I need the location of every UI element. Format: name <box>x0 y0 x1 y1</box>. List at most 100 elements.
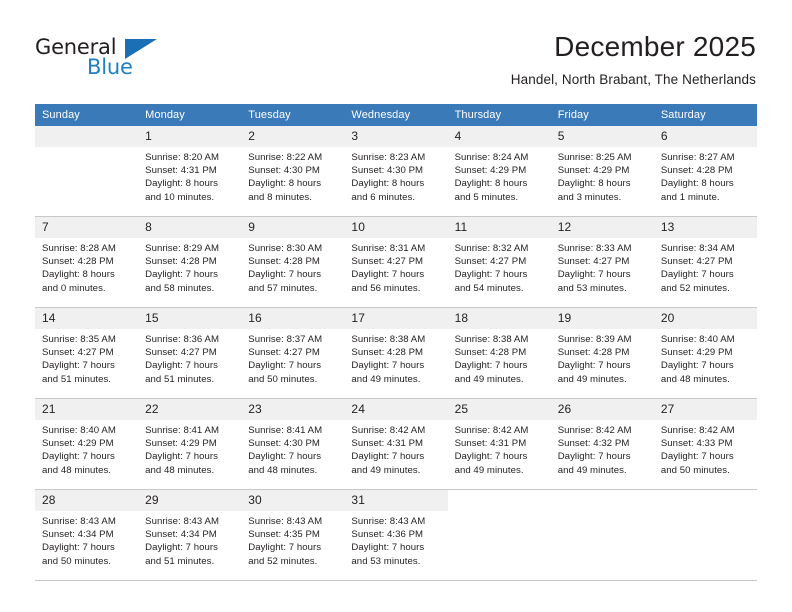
day-number: 14 <box>35 308 139 329</box>
calendar-day-cell[interactable]: 5 Sunrise: 8:25 AM Sunset: 4:29 PM Daylight… <box>550 126 654 216</box>
daylight-text-line2: and 52 minutes. <box>248 555 318 567</box>
day-sun-info: Sunrise: 8:20 AM Sunset: 4:31 PM Daylight:… <box>138 147 241 204</box>
daylight-text-line1: Daylight: 7 hours <box>557 451 631 463</box>
calendar-day-cell[interactable]: 23 Sunrise: 8:41 AM Sunset: 4:30 PM Dayligh… <box>241 399 345 489</box>
day-number: 22 <box>138 399 242 420</box>
calendar-week-row: 28 Sunrise: 8:43 AM Sunset: 4:34 PM Dayligh… <box>35 489 757 581</box>
day-sun-info: Sunrise: 8:30 AM Sunset: 4:28 PM Daylight:… <box>241 238 344 295</box>
calendar-day-cell[interactable]: 20 Sunrise: 8:40 AM Sunset: 4:29 PM Dayligh… <box>653 308 757 398</box>
sunset-text: Sunset: 4:30 PM <box>248 165 320 177</box>
calendar-header-row: Sunday Monday Tuesday Wednesday Thursday Frid… <box>35 104 757 126</box>
calendar-day-cell[interactable]: 14 Sunrise: 8:35 AM Sunset: 4:27 PM Dayligh… <box>35 308 139 398</box>
calendar-day-cell[interactable]: 3 Sunrise: 8:23 AM Sunset: 4:30 PM Daylight… <box>344 126 448 216</box>
daylight-text-line2: and 10 minutes. <box>145 191 215 203</box>
calendar-day-cell[interactable]: 22 Sunrise: 8:41 AM Sunset: 4:29 PM Dayligh… <box>138 399 242 489</box>
calendar-day-cell[interactable]: 15 Sunrise: 8:36 AM Sunset: 4:27 PM Dayligh… <box>138 308 242 398</box>
calendar-cell: 3 Sunrise: 8:23 AM Sunset: 4:30 PM Daylight… <box>344 126 448 217</box>
day-sun-info: Sunrise: 8:23 AM Sunset: 4:30 PM Daylight:… <box>344 147 447 204</box>
page-title: December 2025 <box>554 31 756 62</box>
calendar-day-cell[interactable]: 19 Sunrise: 8:39 AM Sunset: 4:28 PM Dayligh… <box>550 308 654 398</box>
calendar-day-cell[interactable]: 11 Sunrise: 8:32 AM Sunset: 4:27 PM Dayligh… <box>447 217 551 307</box>
daylight-text-line2: and 51 minutes. <box>145 555 215 567</box>
page-header: General Blue December 2025 Handel, North… <box>0 0 792 100</box>
calendar-day-cell[interactable]: 30 Sunrise: 8:43 AM Sunset: 4:35 PM Dayligh… <box>241 490 345 580</box>
day-number: 30 <box>241 490 345 511</box>
sunrise-text: Sunrise: 8:28 AM <box>42 243 116 254</box>
calendar-cell: 12 Sunrise: 8:33 AM Sunset: 4:27 PM Dayligh… <box>550 216 654 308</box>
calendar-day-cell[interactable]: 31 Sunrise: 8:43 AM Sunset: 4:36 PM Dayligh… <box>344 490 448 580</box>
calendar-day-cell[interactable]: 26 Sunrise: 8:42 AM Sunset: 4:32 PM Dayligh… <box>550 399 654 489</box>
calendar-day-cell[interactable]: 10 Sunrise: 8:31 AM Sunset: 4:27 PM Dayligh… <box>344 217 448 307</box>
calendar-day-cell-empty <box>448 490 551 580</box>
sunrise-text: Sunrise: 8:40 AM <box>660 334 735 345</box>
calendar-cell: 14 Sunrise: 8:35 AM Sunset: 4:27 PM Dayligh… <box>35 307 139 399</box>
calendar-day-cell[interactable]: 21 Sunrise: 8:40 AM Sunset: 4:29 PM Dayligh… <box>35 399 139 489</box>
sunset-text: Sunset: 4:31 PM <box>145 165 217 177</box>
calendar-day-cell[interactable]: 18 Sunrise: 8:38 AM Sunset: 4:28 PM Dayligh… <box>447 308 551 398</box>
day-sun-info: Sunrise: 8:38 AM Sunset: 4:28 PM Daylight:… <box>448 329 551 386</box>
calendar-cell: 21 Sunrise: 8:40 AM Sunset: 4:29 PM Dayligh… <box>35 398 139 490</box>
calendar-day-cell[interactable]: 13 Sunrise: 8:34 AM Sunset: 4:27 PM Dayligh… <box>653 217 757 307</box>
daylight-text-line1: Daylight: 7 hours <box>145 542 218 554</box>
sunset-text: Sunset: 4:28 PM <box>42 256 114 268</box>
general-blue-logo: General Blue <box>35 36 165 84</box>
day-number: 31 <box>344 490 448 511</box>
calendar-day-cell[interactable]: 1 Sunrise: 8:20 AM Sunset: 4:31 PM Daylight… <box>138 126 242 216</box>
sunset-text: Sunset: 4:29 PM <box>660 347 733 359</box>
calendar-day-cell[interactable]: 8 Sunrise: 8:29 AM Sunset: 4:28 PM Daylight… <box>138 217 242 307</box>
calendar-day-cell[interactable]: 24 Sunrise: 8:42 AM Sunset: 4:31 PM Dayligh… <box>344 399 448 489</box>
daylight-text-line1: Daylight: 8 hours <box>248 178 322 190</box>
sunset-text: Sunset: 4:27 PM <box>351 256 424 268</box>
calendar-day-cell[interactable]: 7 Sunrise: 8:28 AM Sunset: 4:28 PM Daylight… <box>35 217 139 307</box>
calendar-day-cell[interactable]: 25 Sunrise: 8:42 AM Sunset: 4:31 PM Dayligh… <box>447 399 551 489</box>
daylight-text-line2: and 49 minutes. <box>351 373 421 385</box>
daylight-text-line1: Daylight: 8 hours <box>351 178 425 190</box>
daylight-text-line2: and 57 minutes. <box>248 282 318 294</box>
sunrise-text: Sunrise: 8:25 AM <box>557 152 632 163</box>
calendar-day-cell[interactable]: 12 Sunrise: 8:33 AM Sunset: 4:27 PM Dayligh… <box>550 217 654 307</box>
calendar-day-cell[interactable]: 2 Sunrise: 8:22 AM Sunset: 4:30 PM Daylight… <box>241 126 345 216</box>
sunset-text: Sunset: 4:27 PM <box>145 347 217 359</box>
day-number: 1 <box>138 126 242 147</box>
sunset-text: Sunset: 4:34 PM <box>42 529 114 541</box>
calendar-cell <box>447 489 551 581</box>
calendar-grid: Sunday Monday Tuesday Wednesday Thursday Frid… <box>35 104 757 581</box>
daylight-text-line2: and 51 minutes. <box>42 373 112 385</box>
calendar-cell: 22 Sunrise: 8:41 AM Sunset: 4:29 PM Dayligh… <box>138 398 242 490</box>
day-number: 6 <box>653 126 757 147</box>
day-number: 2 <box>241 126 345 147</box>
calendar-day-cell[interactable]: 6 Sunrise: 8:27 AM Sunset: 4:28 PM Daylight… <box>653 126 757 216</box>
sunset-text: Sunset: 4:29 PM <box>454 165 527 177</box>
daylight-text-line1: Daylight: 7 hours <box>351 542 425 554</box>
sunset-text: Sunset: 4:35 PM <box>248 529 320 541</box>
calendar-cell: 29 Sunrise: 8:43 AM Sunset: 4:34 PM Dayligh… <box>138 489 242 581</box>
day-sun-info: Sunrise: 8:35 AM Sunset: 4:27 PM Daylight:… <box>35 329 138 386</box>
sunset-text: Sunset: 4:27 PM <box>557 256 630 268</box>
calendar-cell: 18 Sunrise: 8:38 AM Sunset: 4:28 PM Dayligh… <box>447 307 551 399</box>
daylight-text-line2: and 48 minutes. <box>660 373 730 385</box>
sunset-text: Sunset: 4:32 PM <box>557 438 630 450</box>
calendar-week-row: 21 Sunrise: 8:40 AM Sunset: 4:29 PM Dayligh… <box>35 398 757 490</box>
calendar-day-cell[interactable]: 28 Sunrise: 8:43 AM Sunset: 4:34 PM Dayligh… <box>35 490 139 580</box>
sunset-text: Sunset: 4:28 PM <box>557 347 630 359</box>
daylight-text-line2: and 0 minutes. <box>42 282 106 294</box>
calendar-day-cell[interactable]: 29 Sunrise: 8:43 AM Sunset: 4:34 PM Dayligh… <box>138 490 242 580</box>
calendar-cell: 13 Sunrise: 8:34 AM Sunset: 4:27 PM Dayligh… <box>653 216 757 308</box>
calendar-day-cell[interactable]: 27 Sunrise: 8:42 AM Sunset: 4:33 PM Dayligh… <box>653 399 757 489</box>
calendar-cell: 15 Sunrise: 8:36 AM Sunset: 4:27 PM Dayligh… <box>138 307 242 399</box>
weekday-header-sunday: Sunday <box>35 104 139 126</box>
calendar-week-row: 14 Sunrise: 8:35 AM Sunset: 4:27 PM Dayligh… <box>35 307 757 399</box>
calendar-day-cell[interactable]: 4 Sunrise: 8:24 AM Sunset: 4:29 PM Daylight… <box>447 126 551 216</box>
calendar-body: 1 Sunrise: 8:20 AM Sunset: 4:31 PM Daylight… <box>35 126 757 581</box>
sunrise-text: Sunrise: 8:43 AM <box>42 516 116 527</box>
calendar-day-cell[interactable]: 9 Sunrise: 8:30 AM Sunset: 4:28 PM Daylight… <box>241 217 345 307</box>
calendar-day-cell[interactable]: 16 Sunrise: 8:37 AM Sunset: 4:27 PM Dayligh… <box>241 308 345 398</box>
daylight-text-line1: Daylight: 7 hours <box>351 269 425 281</box>
day-number: 16 <box>241 308 345 329</box>
weekday-header-saturday: Saturday <box>653 104 757 126</box>
day-number: 26 <box>550 399 654 420</box>
sunrise-text: Sunrise: 8:38 AM <box>351 334 426 345</box>
calendar-day-cell-empty <box>654 490 757 580</box>
day-sun-info: Sunrise: 8:41 AM Sunset: 4:29 PM Daylight:… <box>138 420 241 477</box>
calendar-day-cell[interactable]: 17 Sunrise: 8:38 AM Sunset: 4:28 PM Dayligh… <box>344 308 448 398</box>
